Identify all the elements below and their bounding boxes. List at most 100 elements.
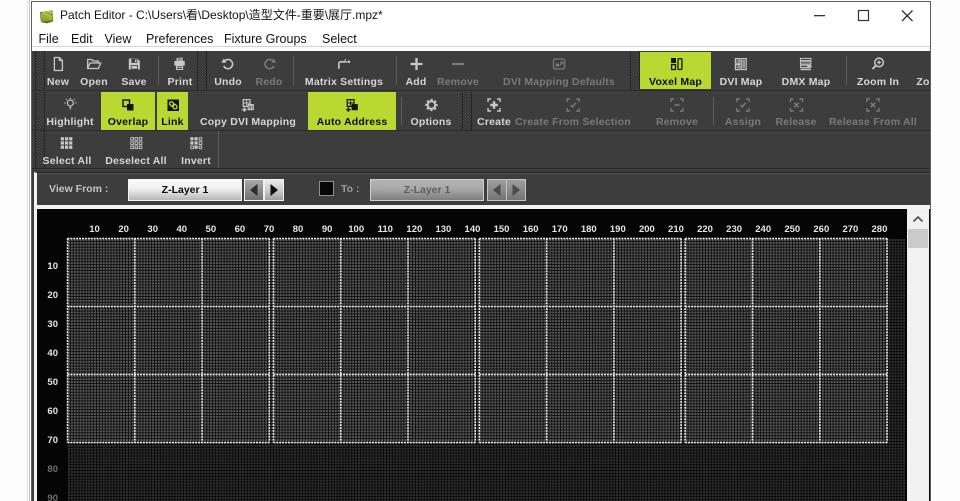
fixture-group[interactable] xyxy=(685,238,888,443)
menu-item-fixture-groups[interactable]: Fixture Groups xyxy=(224,28,307,49)
chevron-up-icon xyxy=(912,215,924,223)
release-icon-wrap xyxy=(788,96,804,113)
view-to-prev-button xyxy=(487,179,507,201)
auto-address-button[interactable]: Auto Address xyxy=(308,92,396,130)
dmx-map-button[interactable]: DMX Map xyxy=(782,51,831,90)
redo-label: Redo xyxy=(255,75,283,88)
zoom-in-button[interactable]: Zoom In xyxy=(857,51,899,90)
copy-dvi-mapping-button[interactable]: Copy DVI Mapping xyxy=(200,92,296,130)
ruler-x-label: 120 xyxy=(406,224,422,235)
auto-address-icon-wrap xyxy=(344,96,360,113)
view-from-prev-button[interactable] xyxy=(244,179,264,201)
menu-item-edit[interactable]: Edit xyxy=(71,28,93,49)
remove-group-label: Remove xyxy=(655,116,699,128)
dvi-mapping-defaults-button: DVI Mapping Defaults xyxy=(503,51,615,90)
new-button[interactable]: New xyxy=(47,51,69,90)
dvi-mapping-defaults-icon-wrap xyxy=(551,56,567,73)
patch-grid[interactable]: 10 20 30 40 50 60 70 80 90 100 110 120 130 140 150 160 1… xyxy=(37,209,908,501)
toolbar-handle xyxy=(35,51,45,90)
assign-button: Assign xyxy=(725,92,761,130)
deselect-all-icon-wrap xyxy=(128,135,144,152)
fixture-group[interactable] xyxy=(273,238,476,443)
deselect-all-label: Deselect All xyxy=(105,154,167,167)
open-icon xyxy=(86,58,102,70)
scrollbar-thumb[interactable] xyxy=(908,229,928,248)
toolbar-separator xyxy=(158,56,159,85)
dvi-mapping-defaults-label: DVI Mapping Defaults xyxy=(503,75,615,88)
save-icon-wrap xyxy=(126,56,142,73)
view-from-dropdown[interactable]: Z-Layer 1 xyxy=(128,179,242,201)
menu-item-preferences[interactable]: Preferences xyxy=(146,28,213,49)
ruler-x-label: 180 xyxy=(581,224,597,235)
print-icon xyxy=(174,57,186,70)
close-icon xyxy=(901,10,913,22)
dmx-map-icon xyxy=(800,57,812,71)
undo-icon xyxy=(221,58,234,70)
dvi-map-label: DVI Map xyxy=(719,75,763,88)
dvi-map-button[interactable]: DVI Map xyxy=(720,51,763,90)
ruler-x-label: 240 xyxy=(755,224,771,235)
ruler-x-label: 150 xyxy=(494,224,510,235)
toolbar-handle xyxy=(462,92,472,130)
options-label: Options xyxy=(410,116,452,128)
zoom-in-icon xyxy=(871,57,885,70)
minimize-button[interactable] xyxy=(804,2,834,28)
view-from-next-button[interactable] xyxy=(264,179,284,201)
deselect-all-button[interactable]: Deselect All xyxy=(105,131,167,168)
dmx-map-label: DMX Map xyxy=(781,75,831,88)
redo-icon-wrap xyxy=(261,56,277,73)
deselect-all-icon xyxy=(130,137,143,150)
create-icon-wrap xyxy=(486,96,502,113)
view-to-checkbox[interactable] xyxy=(319,181,334,196)
ruler-x-label: 110 xyxy=(378,224,393,235)
open-button[interactable]: Open xyxy=(80,51,108,90)
undo-button[interactable]: Undo xyxy=(214,51,242,90)
create-icon xyxy=(487,97,501,112)
options-button[interactable]: Options xyxy=(410,92,451,130)
voxel-map-button[interactable]: Voxel Map xyxy=(640,52,711,89)
ruler-y-label: 90 xyxy=(47,493,58,501)
fixture-group[interactable] xyxy=(479,238,682,443)
select-all-icon-wrap xyxy=(59,135,75,152)
save-button[interactable]: Save xyxy=(121,51,146,90)
zoom-out-button[interactable]: Zoom Out xyxy=(916,51,930,90)
view-to-next-button xyxy=(506,179,526,201)
ruler-x-label: 230 xyxy=(726,224,742,235)
ruler-x-label: 50 xyxy=(206,224,217,235)
ruler-x-label: 220 xyxy=(697,224,713,235)
create-label: Create xyxy=(477,116,511,128)
menu-item-select[interactable]: Select xyxy=(322,28,357,49)
ruler-x-label: 190 xyxy=(610,224,626,235)
remove-group-icon xyxy=(670,97,684,112)
fixture-group[interactable] xyxy=(67,238,270,443)
scroll-up-button[interactable] xyxy=(907,209,929,229)
highlight-icon-wrap xyxy=(62,96,78,113)
toolbar-row-fixture: Highlight Overlap Link Copy DVI Mapping Auto… xyxy=(32,92,930,131)
new-icon-wrap xyxy=(50,56,66,73)
dvi-map-icon-wrap xyxy=(733,56,749,73)
create-button[interactable]: Create xyxy=(477,92,511,130)
close-button[interactable] xyxy=(892,2,922,28)
select-all-button[interactable]: Select All xyxy=(43,131,92,168)
print-button[interactable]: Print xyxy=(168,51,193,90)
maximize-button[interactable] xyxy=(848,2,878,28)
add-button[interactable]: Add xyxy=(405,51,426,90)
patch-grid-panel[interactable]: 10 20 30 40 50 60 70 80 90 100 110 120 130 140 150 160 1… xyxy=(34,209,930,501)
menu-item-view[interactable]: View xyxy=(105,28,132,49)
ruler-y-label: 70 xyxy=(47,435,58,446)
menu-item-file[interactable]: File xyxy=(39,28,59,49)
create-from-selection-icon-wrap xyxy=(565,96,581,113)
zoom-in-label: Zoom In xyxy=(856,75,900,88)
arrow-right-icon xyxy=(512,184,520,196)
invert-button[interactable]: Invert xyxy=(181,131,211,168)
matrix-settings-button[interactable]: Matrix Settings xyxy=(305,51,383,90)
link-button[interactable]: Link xyxy=(157,92,188,130)
vertical-scrollbar[interactable] xyxy=(907,209,929,501)
highlight-button[interactable]: Highlight xyxy=(46,92,93,130)
invert-icon xyxy=(190,137,203,150)
toolbar-row-main: New Open Save Print Undo Redo Matrix Settings A… xyxy=(32,51,930,91)
overlap-button[interactable]: Overlap xyxy=(101,92,155,130)
invert-icon-wrap xyxy=(188,135,204,152)
ruler-x-label: 30 xyxy=(147,224,158,235)
auto-address-label: Auto Address xyxy=(316,116,388,128)
